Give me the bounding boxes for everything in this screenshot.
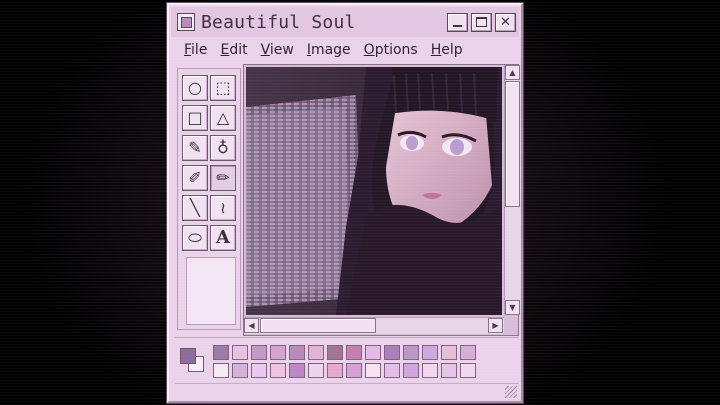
color-swatch[interactable] — [403, 345, 419, 360]
color-swatch[interactable] — [308, 363, 324, 378]
color-swatch[interactable] — [403, 363, 419, 378]
text-tool[interactable]: A — [210, 225, 236, 251]
rectangle-tool[interactable]: □ — [182, 105, 208, 131]
color-swatch[interactable] — [251, 345, 267, 360]
color-swatch[interactable] — [460, 363, 476, 378]
foreground-color — [180, 348, 196, 364]
vertical-scrollbar[interactable]: ▲ ▼ — [504, 65, 520, 315]
dotted-rect-icon: ⬚ — [215, 78, 231, 97]
maximize-button[interactable] — [471, 12, 492, 32]
color-picker-tool[interactable]: ✎ — [182, 135, 208, 161]
arrow-right-icon: ▶ — [492, 321, 499, 330]
oval-icon: ⬭ — [188, 228, 202, 247]
line-tool[interactable]: ╲ — [182, 195, 208, 221]
color-swatch[interactable] — [232, 345, 248, 360]
color-swatch[interactable] — [213, 363, 229, 378]
color-swatch[interactable] — [365, 363, 381, 378]
dropper-icon: ✎ — [188, 138, 202, 157]
menu-view[interactable]: View — [260, 42, 295, 58]
color-swatch[interactable] — [289, 363, 305, 378]
minimize-icon — [453, 25, 462, 27]
triangle-tool[interactable]: △ — [210, 105, 236, 131]
scroll-up-button[interactable]: ▲ — [505, 65, 520, 80]
close-button[interactable]: ✕ — [495, 12, 516, 32]
curve-icon: ≀ — [220, 198, 226, 217]
ellipse-select-tool[interactable]: ○ — [182, 75, 208, 101]
color-swatch[interactable] — [384, 363, 400, 378]
line-icon: ╲ — [190, 198, 200, 217]
menu-image[interactable]: Image — [306, 42, 352, 58]
color-swatch[interactable] — [213, 345, 229, 360]
color-swatch[interactable] — [346, 363, 362, 378]
color-swatch[interactable] — [327, 345, 343, 360]
paint-window: Beautiful Soul ✕ File Edit View Image Op… — [167, 3, 523, 403]
text-icon: A — [216, 227, 230, 248]
brush-icon: ✐ — [188, 168, 202, 187]
color-swatch[interactable] — [422, 363, 438, 378]
menu-edit[interactable]: Edit — [219, 42, 248, 58]
maximize-icon — [476, 17, 487, 27]
color-swatch[interactable] — [422, 345, 438, 360]
close-icon: ✕ — [500, 14, 511, 30]
horizontal-scrollbar[interactable]: ◀ ▶ — [244, 317, 504, 334]
color-swatch[interactable] — [346, 345, 362, 360]
color-swatch[interactable] — [460, 345, 476, 360]
color-swatch[interactable] — [289, 345, 305, 360]
status-bar — [175, 383, 519, 399]
vertical-scroll-thumb[interactable] — [505, 81, 520, 207]
bottle-icon: ♁ — [217, 138, 229, 157]
triangle-icon: △ — [216, 108, 230, 127]
oval-tool[interactable]: ⬭ — [182, 225, 208, 251]
brush-tool[interactable]: ✐ — [182, 165, 208, 191]
tool-options-box[interactable] — [186, 257, 236, 325]
color-swatch[interactable] — [251, 363, 267, 378]
color-swatch[interactable] — [365, 345, 381, 360]
color-swatch[interactable] — [308, 345, 324, 360]
resize-grip-icon[interactable] — [505, 386, 517, 398]
square-icon: □ — [187, 108, 203, 127]
arrow-up-icon: ▲ — [509, 68, 516, 77]
color-swatch[interactable] — [270, 363, 286, 378]
pencil-tool[interactable]: ✏ — [210, 165, 236, 191]
color-swatch[interactable] — [232, 363, 248, 378]
arrow-left-icon: ◀ — [248, 321, 255, 330]
color-swatch[interactable] — [327, 363, 343, 378]
paint-app-icon[interactable] — [177, 13, 195, 31]
color-swatch[interactable] — [441, 363, 457, 378]
horizontal-scroll-thumb[interactable] — [260, 318, 376, 333]
color-palette — [175, 337, 519, 381]
artwork-illustration — [246, 67, 502, 315]
color-swatch[interactable] — [384, 345, 400, 360]
menu-options[interactable]: Options — [363, 42, 419, 58]
toolbox: ○ ⬚ □ △ ✎ ♁ ✐ ✏ ╲ ≀ ⬭ A — [177, 68, 241, 330]
menu-help[interactable]: Help — [430, 42, 464, 58]
color-swatch[interactable] — [270, 345, 286, 360]
bottle-tool[interactable]: ♁ — [210, 135, 236, 161]
rect-select-tool[interactable]: ⬚ — [210, 75, 236, 101]
title-bar[interactable]: Beautiful Soul ✕ — [171, 7, 519, 37]
menu-file[interactable]: File — [183, 42, 208, 58]
scroll-down-button[interactable]: ▼ — [505, 300, 520, 315]
canvas-frame: ▲ ▼ ◀ ▶ — [243, 64, 520, 336]
arrow-down-icon: ▼ — [509, 303, 516, 312]
menu-bar: File Edit View Image Options Help — [175, 39, 519, 61]
window-title: Beautiful Soul — [201, 11, 356, 33]
current-colors[interactable] — [179, 345, 207, 375]
minimize-button[interactable] — [447, 12, 468, 32]
curve-tool[interactable]: ≀ — [210, 195, 236, 221]
scroll-left-button[interactable]: ◀ — [244, 318, 259, 333]
circle-icon: ○ — [188, 78, 202, 97]
drawing-canvas[interactable] — [246, 67, 502, 315]
pencil-icon: ✏ — [216, 168, 230, 187]
color-swatch[interactable] — [441, 345, 457, 360]
scroll-right-button[interactable]: ▶ — [488, 318, 503, 333]
